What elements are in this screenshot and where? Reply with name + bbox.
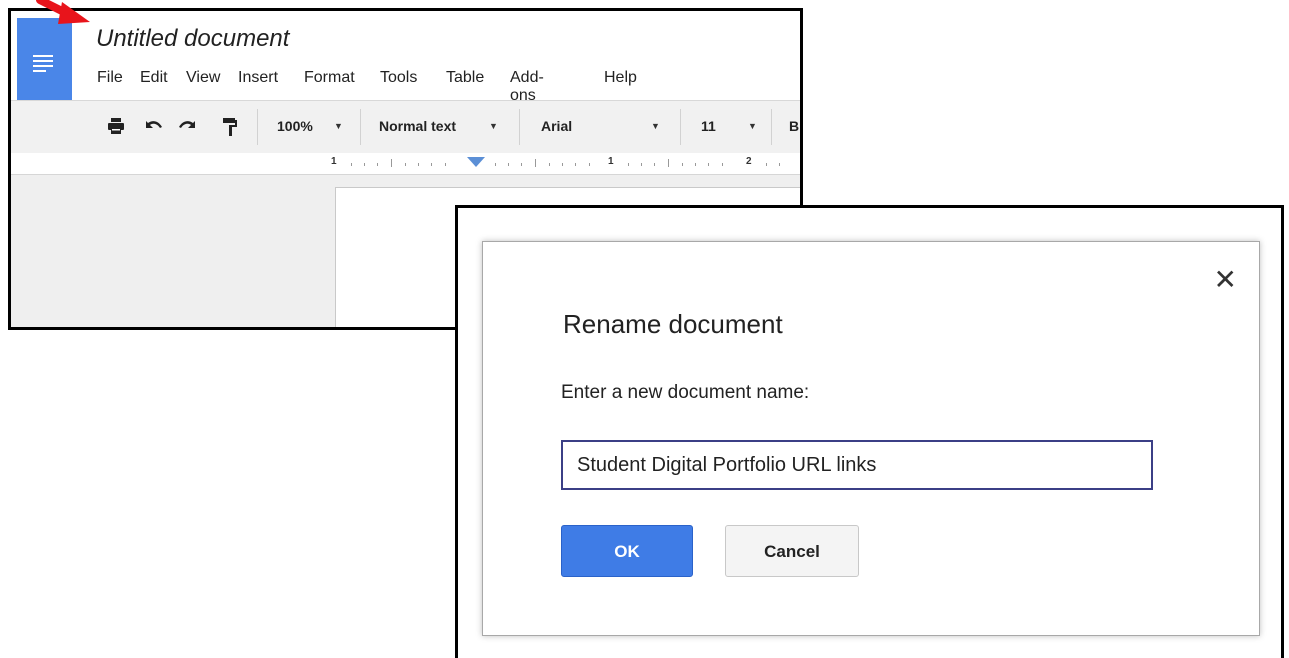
rename-dialog: ✕ Rename document Enter a new document n… <box>482 241 1260 636</box>
ruler: 1 1 2 <box>11 153 800 175</box>
dialog-prompt: Enter a new document name: <box>561 382 810 403</box>
zoom-dropdown[interactable]: 100% <box>277 118 313 134</box>
chevron-down-icon: ▼ <box>489 121 498 131</box>
menu-table[interactable]: Table <box>446 69 484 87</box>
red-arrow-icon <box>36 0 90 24</box>
chevron-down-icon: ▼ <box>748 121 757 131</box>
toolbar-separator <box>771 109 772 145</box>
undo-icon[interactable] <box>143 117 163 140</box>
menu-view[interactable]: View <box>186 69 220 87</box>
menu-edit[interactable]: Edit <box>140 69 168 87</box>
close-icon[interactable]: ✕ <box>1214 266 1237 294</box>
document-title[interactable]: Untitled document <box>96 25 289 53</box>
docs-logo-icon[interactable] <box>17 18 72 108</box>
style-dropdown[interactable]: Normal text <box>379 118 456 134</box>
menu-help[interactable]: Help <box>604 69 637 87</box>
ruler-label: 2 <box>746 156 752 167</box>
toolbar-separator <box>519 109 520 145</box>
redo-icon[interactable] <box>178 117 198 140</box>
menu-insert[interactable]: Insert <box>238 69 278 87</box>
menu-format[interactable]: Format <box>304 69 355 87</box>
font-dropdown[interactable]: Arial <box>541 118 572 134</box>
bold-button[interactable]: B <box>789 118 799 134</box>
ruler-label: 1 <box>331 156 337 167</box>
dialog-title: Rename document <box>563 309 783 339</box>
indent-marker[interactable] <box>467 157 485 167</box>
menu-file[interactable]: File <box>97 69 123 87</box>
chevron-down-icon: ▼ <box>651 121 660 131</box>
toolbar: 100% ▼ Normal text ▼ Arial ▼ 11 ▼ B <box>11 100 800 154</box>
toolbar-separator <box>360 109 361 145</box>
ok-button[interactable]: OK <box>561 525 693 577</box>
paint-format-icon[interactable] <box>222 117 238 142</box>
menu-tools[interactable]: Tools <box>380 69 417 87</box>
document-name-input[interactable] <box>561 440 1153 490</box>
toolbar-separator <box>257 109 258 145</box>
font-size-dropdown[interactable]: 11 <box>701 118 716 134</box>
cancel-button[interactable]: Cancel <box>725 525 859 577</box>
print-icon[interactable] <box>107 117 125 140</box>
chevron-down-icon: ▼ <box>334 121 343 131</box>
ruler-label: 1 <box>608 156 614 167</box>
toolbar-separator <box>680 109 681 145</box>
